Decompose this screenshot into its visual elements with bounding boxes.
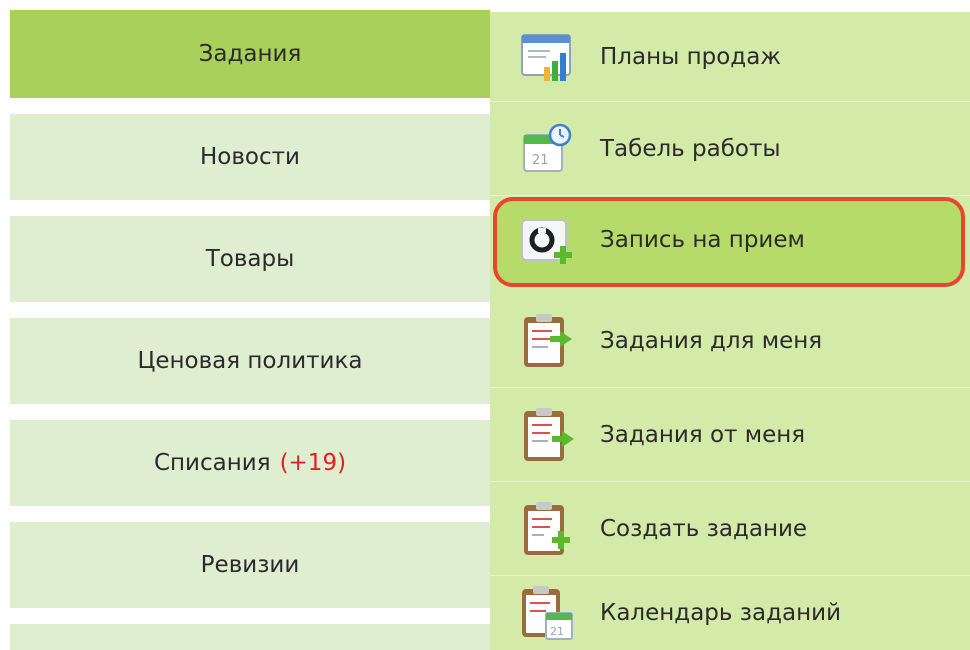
menu-item-audits[interactable]: Ревизии: [10, 522, 490, 608]
submenu-item-create-task[interactable]: Создать задание: [490, 482, 970, 576]
highlighted-submenu-item-appointment[interactable]: Запись на прием: [493, 197, 965, 287]
submenu-item-label: Задания для меня: [600, 327, 823, 354]
submenu-item-tasks-from-me[interactable]: Задания от меня: [490, 388, 970, 482]
menu-item-label: Новости: [200, 144, 300, 170]
submenu-panel: Планы продаж 21 Табель работы Задания дл…: [490, 12, 970, 650]
clipboard-calendar-icon: 21: [516, 583, 576, 643]
submenu-item-task-calendar[interactable]: 21 Календарь заданий: [490, 576, 970, 650]
submenu-item-timesheet[interactable]: 21 Табель работы: [490, 102, 970, 196]
menu-item-label: Ревизии: [200, 552, 300, 578]
appointment-add-icon: [516, 212, 576, 272]
menu-item-label: Списания: [153, 450, 271, 476]
submenu-item-sales-plans[interactable]: Планы продаж: [490, 12, 970, 102]
clipboard-add-icon: [516, 499, 576, 559]
submenu-item-label: Табель работы: [600, 135, 781, 162]
submenu-item-label: Календарь заданий: [600, 600, 842, 626]
menu-screen: Задания Новости Товары Ценовая политика …: [0, 0, 970, 650]
menu-item-news[interactable]: Новости: [10, 114, 490, 200]
clipboard-incoming-icon: [516, 311, 576, 371]
submenu-item-tasks-for-me[interactable]: Задания для меня: [490, 294, 970, 388]
submenu-item-label: Планы продаж: [600, 43, 782, 70]
menu-item-label: Задания: [198, 41, 302, 67]
menu-item-writeoffs[interactable]: Списания (+19): [10, 420, 490, 506]
submenu-item-label: Задания от меня: [600, 421, 806, 448]
svg-text:21: 21: [532, 153, 549, 168]
calendar-clock-icon: 21: [516, 119, 576, 179]
svg-text:21: 21: [550, 625, 564, 638]
submenu-item-label: Создать задание: [600, 515, 808, 542]
count-badge: (+19): [279, 450, 347, 476]
menu-item-partial[interactable]: [10, 624, 490, 650]
submenu-item-label: Запись на прием: [600, 227, 805, 253]
menu-item-tasks[interactable]: Задания: [10, 10, 490, 98]
menu-item-label: Товары: [205, 246, 295, 272]
sales-plan-icon: [516, 27, 576, 87]
menu-item-label: Ценовая политика: [137, 348, 363, 374]
menu-item-pricing[interactable]: Ценовая политика: [10, 318, 490, 404]
menu-item-goods[interactable]: Товары: [10, 216, 490, 302]
clipboard-outgoing-icon: [516, 405, 576, 465]
